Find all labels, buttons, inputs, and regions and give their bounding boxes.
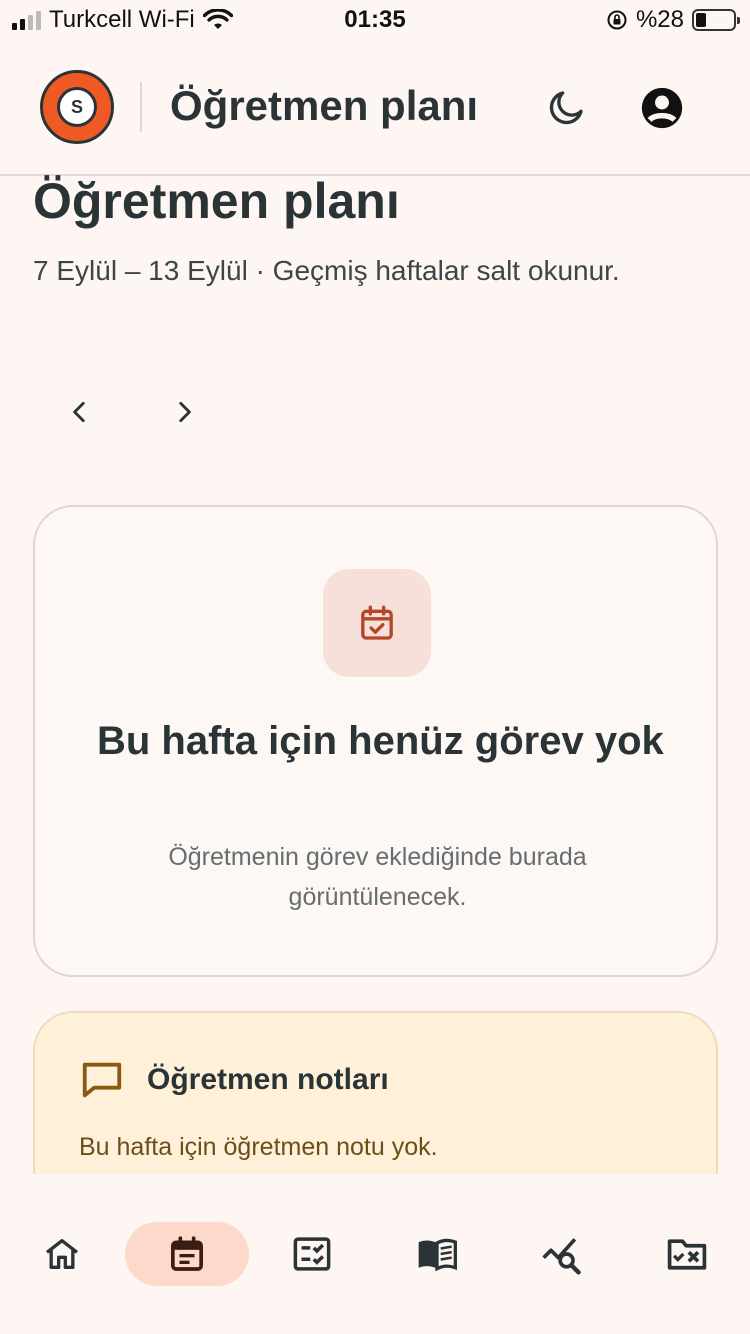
logo-letter: S [57, 87, 97, 127]
account-button[interactable] [636, 82, 688, 134]
analytics-search-icon [542, 1238, 581, 1275]
orientation-lock-icon [607, 10, 627, 30]
previous-week-button[interactable] [56, 388, 104, 436]
chevron-left-icon [73, 401, 85, 423]
account-circle-icon [641, 87, 683, 129]
next-week-button[interactable] [160, 388, 208, 436]
app-header: S Öğretmen planı [0, 42, 750, 176]
status-right: %28 [606, 6, 740, 34]
notes-title: Öğretmen notları [147, 1063, 389, 1096]
battery-icon [692, 9, 740, 31]
nav-analysis[interactable] [500, 1222, 624, 1286]
nav-library[interactable] [375, 1222, 499, 1286]
bottom-navigation [0, 1174, 750, 1334]
week-range-subtitle: 7 Eylül – 13 Eylül · Geçmiş haftalar sal… [33, 255, 620, 286]
nav-tasks[interactable] [250, 1222, 374, 1286]
header-title: Öğretmen planı [170, 82, 479, 129]
nav-archive[interactable] [625, 1222, 749, 1286]
notes-empty-text: Bu hafta için öğretmen notu yok. [79, 1133, 438, 1161]
calendar-icon [171, 1236, 203, 1271]
empty-icon-container [323, 569, 431, 677]
page-title: Öğretmen planı [33, 173, 400, 229]
nav-weekly-plan[interactable] [125, 1222, 249, 1286]
app-logo[interactable]: S [40, 70, 114, 144]
chevron-right-icon [179, 401, 191, 423]
book-icon [418, 1238, 457, 1272]
empty-tasks-card: Bu hafta için henüz görev yok Öğretmenin… [33, 505, 718, 977]
empty-state-description: Öğretmenin görev eklediğinde burada görü… [168, 843, 587, 911]
battery-percent: %28 [635, 6, 684, 33]
checklist-icon [293, 1237, 331, 1271]
status-bar: Turkcell Wi-Fi 01:35 %28 [0, 0, 750, 42]
nav-home[interactable] [0, 1222, 124, 1286]
comment-icon [82, 1062, 122, 1098]
theme-toggle-button[interactable] [540, 82, 592, 134]
empty-state-title: Bu hafta için henüz görev yok [97, 719, 664, 763]
folder-close-icon [667, 1239, 707, 1270]
moon-icon [549, 91, 583, 125]
calendar-check-icon [361, 605, 393, 640]
header-divider [140, 82, 142, 132]
home-icon [45, 1239, 79, 1269]
